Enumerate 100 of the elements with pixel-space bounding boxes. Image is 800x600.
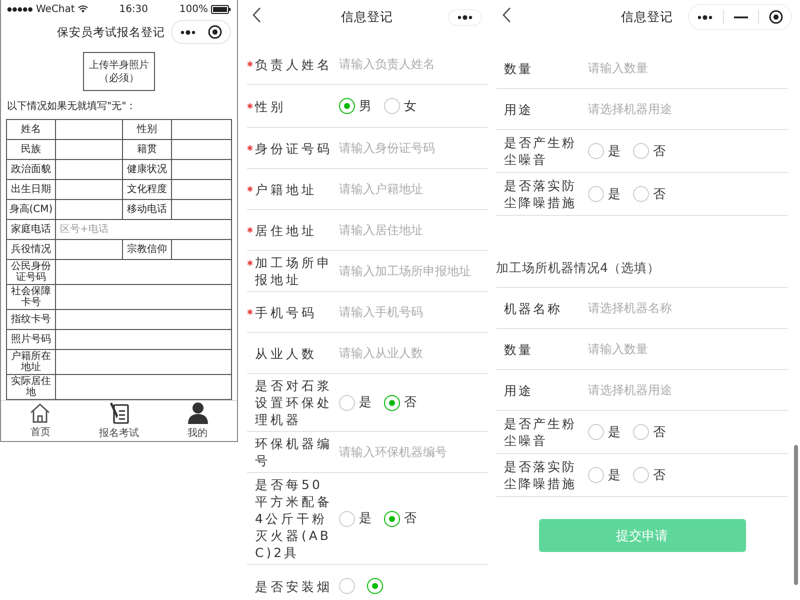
radio-label: 是 xyxy=(608,186,621,202)
radio-button[interactable] xyxy=(339,510,355,526)
input-field[interactable]: 请输入加工场所申报地址 xyxy=(339,264,488,278)
table-cell[interactable] xyxy=(172,120,231,139)
radio-button[interactable] xyxy=(588,186,604,202)
input-field[interactable]: 请输入数量 xyxy=(588,342,788,356)
input-field[interactable]: 请输入从业人数 xyxy=(339,346,488,360)
radio-label: 是 xyxy=(608,424,621,440)
scrollbar-thumb[interactable] xyxy=(794,445,798,585)
input-field[interactable]: 请选择机器名称 xyxy=(588,301,788,315)
radio-label: 女 xyxy=(404,98,417,114)
field-label: 加工场所申报地址 xyxy=(255,254,333,288)
field-label: 是否产生粉尘噪音 xyxy=(504,134,578,168)
radio-button[interactable] xyxy=(339,394,355,410)
radio-label: 是 xyxy=(359,510,372,527)
table-label: 宗教信仰 xyxy=(123,240,171,259)
field-label: 用途 xyxy=(504,100,534,118)
radio-button[interactable] xyxy=(588,467,604,483)
field-label: 环保机器编号 xyxy=(255,435,333,469)
upload-label: 上传半身照片 xyxy=(89,58,149,72)
radio-button[interactable] xyxy=(384,98,400,114)
phone-field[interactable]: 区号+电话 xyxy=(57,224,230,235)
radio-button[interactable] xyxy=(633,143,649,159)
carrier-name: WeChat xyxy=(36,4,75,14)
radio-button[interactable] xyxy=(384,510,400,526)
table-label: 身高(CM) xyxy=(7,200,55,219)
instruction-text: 以下情况如果无就填写"无"： xyxy=(7,100,136,113)
tab-item[interactable]: 首页 xyxy=(1,401,80,441)
table-label: 移动电话 xyxy=(123,200,171,219)
radio-button[interactable] xyxy=(384,394,400,410)
radio-button[interactable] xyxy=(633,424,649,440)
input-field[interactable]: 请输入环保机器编号 xyxy=(339,445,488,459)
record-icon[interactable] xyxy=(769,10,783,24)
input-field[interactable]: 请输入身份证号码 xyxy=(339,141,488,155)
radio-label: 否 xyxy=(653,424,666,440)
field-label: 性别 xyxy=(255,98,287,114)
radio-label: 否 xyxy=(653,142,666,160)
radio-label: 是 xyxy=(359,394,372,411)
field-label: 居住地址 xyxy=(255,222,318,238)
radio-button[interactable] xyxy=(633,467,649,483)
input-field[interactable]: 请输入手机号码 xyxy=(339,305,488,319)
minimize-icon[interactable] xyxy=(734,16,748,18)
upload-note: （必须） xyxy=(99,72,139,84)
signal-icon xyxy=(7,6,33,12)
input-field[interactable]: 请选择机器用途 xyxy=(588,383,788,397)
tab-item[interactable]: 报名考试 xyxy=(80,401,158,441)
home-icon xyxy=(29,403,52,423)
field-label: 机器名称 xyxy=(504,300,563,316)
radio-button[interactable] xyxy=(339,98,355,114)
table-cell[interactable] xyxy=(56,160,122,179)
input-field[interactable]: 请输入负责人姓名 xyxy=(339,57,488,71)
field-label: 手机号码 xyxy=(255,304,318,320)
table-label: 籍贯 xyxy=(123,140,171,159)
table-cell[interactable] xyxy=(56,240,122,259)
field-label: 数量 xyxy=(504,60,534,76)
field-label: 身份证号码 xyxy=(255,140,333,156)
radio-button[interactable] xyxy=(588,143,604,159)
radio-label: 是 xyxy=(608,142,621,160)
pen-document-icon xyxy=(109,402,129,424)
table-cell[interactable] xyxy=(56,120,122,139)
clock-time: 16:30 xyxy=(119,4,148,14)
radio-button[interactable] xyxy=(633,186,649,202)
page-title: 信息登记 xyxy=(621,8,673,26)
radio-label: 否 xyxy=(404,510,417,527)
table-cell[interactable] xyxy=(172,160,231,179)
photo-upload-box[interactable]: 上传半身照片 （必须） xyxy=(83,52,155,91)
table-cell[interactable] xyxy=(172,180,231,199)
radio-button[interactable] xyxy=(588,424,604,440)
table-cell[interactable] xyxy=(56,200,122,219)
field-label: 是否安装烟 xyxy=(255,578,333,594)
input-field[interactable]: 请输入户籍地址 xyxy=(339,182,488,196)
table-cell[interactable] xyxy=(56,140,122,159)
more-icon[interactable] xyxy=(697,14,713,20)
more-icon[interactable] xyxy=(457,14,473,20)
table-cell[interactable] xyxy=(56,180,122,199)
field-label: 用途 xyxy=(504,382,534,398)
phone-field[interactable]: 区号+电话 xyxy=(56,220,231,239)
input-field[interactable]: 请选择机器用途 xyxy=(588,102,788,116)
field-label: 负责人姓名 xyxy=(255,56,333,72)
back-icon[interactable] xyxy=(502,7,511,23)
field-label: 是否产生粉尘噪音 xyxy=(504,415,578,449)
radio-button[interactable] xyxy=(367,578,383,594)
table-cell[interactable] xyxy=(172,240,231,259)
radio-button[interactable] xyxy=(339,578,355,594)
more-icon[interactable] xyxy=(180,30,196,34)
record-icon[interactable] xyxy=(208,25,222,39)
table-label: 性别 xyxy=(123,120,171,139)
back-icon[interactable] xyxy=(252,7,261,23)
field-label: 从业人数 xyxy=(255,344,318,362)
table-cell[interactable] xyxy=(172,140,231,159)
section-title: 加工场所机器情况4（选填） xyxy=(496,216,788,288)
field-label: 是否落实防尘降噪措施 xyxy=(504,458,578,492)
tab-item[interactable]: 我的 xyxy=(158,401,237,441)
field-label: 数量 xyxy=(504,340,534,358)
page-title: 保安员考试报名登记 xyxy=(57,24,165,40)
input-field[interactable]: 请输入数量 xyxy=(588,61,788,75)
radio-label: 否 xyxy=(653,186,666,202)
table-cell[interactable] xyxy=(172,200,231,219)
radio-label: 是 xyxy=(608,466,621,484)
input-field[interactable]: 请输入居住地址 xyxy=(339,223,488,237)
